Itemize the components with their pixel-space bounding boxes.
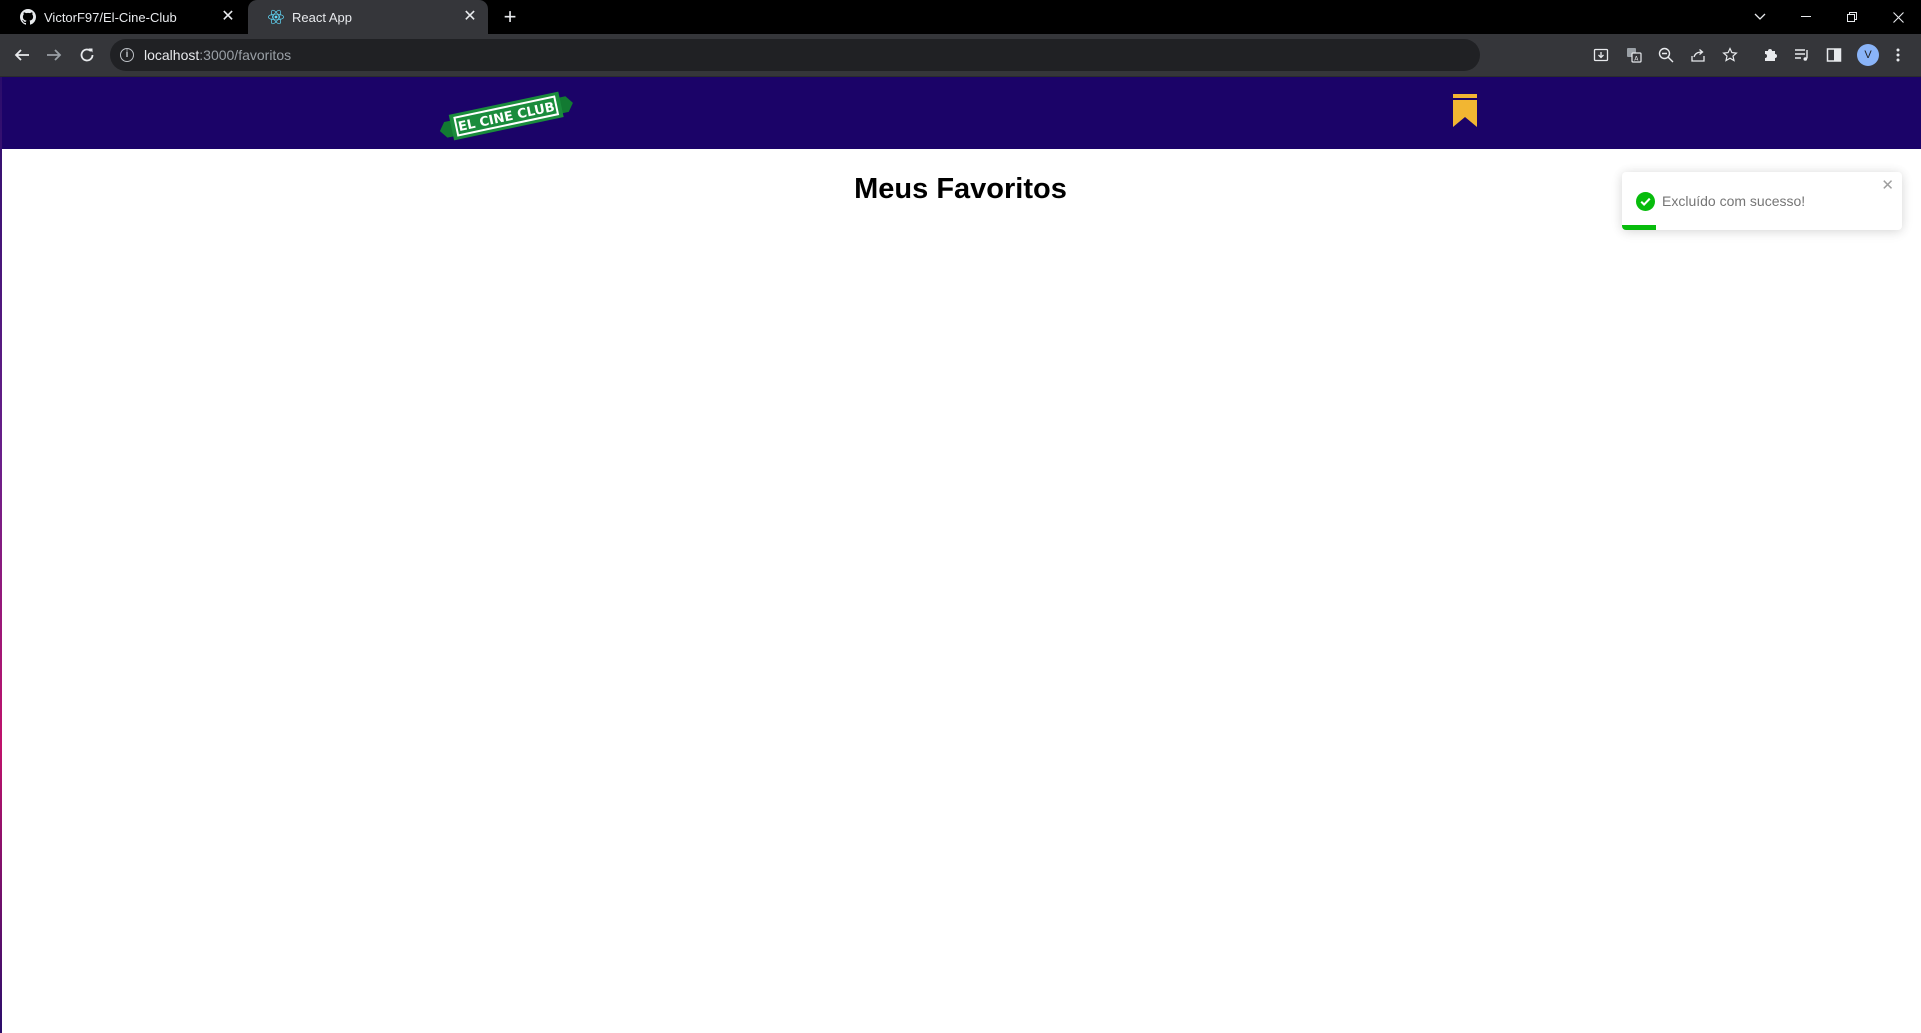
- url-path: :3000/favoritos: [199, 47, 292, 63]
- url-host: localhost: [144, 47, 200, 63]
- zoom-icon[interactable]: [1656, 45, 1676, 65]
- translate-icon[interactable]: A: [1624, 45, 1644, 65]
- bookmark-star-icon[interactable]: [1720, 45, 1740, 65]
- window-edge: [0, 77, 2, 1033]
- toast-progress-bar: [1622, 225, 1656, 230]
- reload-icon[interactable]: [75, 43, 99, 67]
- media-control-icon[interactable]: [1792, 45, 1812, 65]
- share-icon[interactable]: [1688, 45, 1708, 65]
- tab-react-app[interactable]: React App ✕: [248, 0, 488, 34]
- tab-close-icon[interactable]: ✕: [220, 9, 236, 25]
- page-content: EL CINE CLUB Meus Favoritos Excluído com…: [0, 77, 1921, 1033]
- success-toast[interactable]: Excluído com sucesso! ✕: [1622, 172, 1902, 230]
- browser-menu-icon[interactable]: [1888, 45, 1908, 65]
- tab-search-icon[interactable]: [1737, 0, 1783, 34]
- restore-icon[interactable]: [1829, 0, 1875, 34]
- react-icon: [268, 9, 284, 25]
- tab-close-icon[interactable]: ✕: [462, 9, 478, 25]
- back-icon[interactable]: [10, 43, 34, 67]
- install-app-icon[interactable]: [1591, 45, 1611, 65]
- site-navbar: EL CINE CLUB: [0, 77, 1921, 149]
- tab-title: VictorF97/El-Cine-Club: [44, 9, 177, 25]
- close-window-icon[interactable]: [1875, 0, 1921, 34]
- profile-avatar[interactable]: V: [1857, 44, 1879, 66]
- new-tab-button[interactable]: +: [496, 5, 524, 29]
- tab-github[interactable]: VictorF97/El-Cine-Club ✕: [0, 0, 246, 34]
- browser-toolbar: i localhost:3000/favoritos A V: [0, 34, 1921, 77]
- tab-strip: VictorF97/El-Cine-Club ✕ React App ✕ +: [0, 0, 1921, 34]
- side-panel-icon[interactable]: [1824, 45, 1844, 65]
- minimize-icon[interactable]: [1783, 0, 1829, 34]
- bookmark-icon[interactable]: [1453, 94, 1477, 128]
- el-cine-club-logo[interactable]: EL CINE CLUB: [438, 85, 574, 145]
- toast-close-icon[interactable]: ✕: [1881, 178, 1894, 194]
- extensions-icon[interactable]: [1760, 45, 1780, 65]
- site-info-icon[interactable]: i: [120, 48, 134, 62]
- tab-title: React App: [292, 9, 352, 25]
- github-icon: [20, 9, 36, 25]
- url-text: localhost:3000/favoritos: [144, 47, 291, 63]
- check-circle-icon: [1636, 192, 1655, 211]
- address-bar[interactable]: i localhost:3000/favoritos: [110, 39, 1480, 71]
- toast-message: Excluído com sucesso!: [1662, 193, 1806, 209]
- forward-icon[interactable]: [42, 43, 66, 67]
